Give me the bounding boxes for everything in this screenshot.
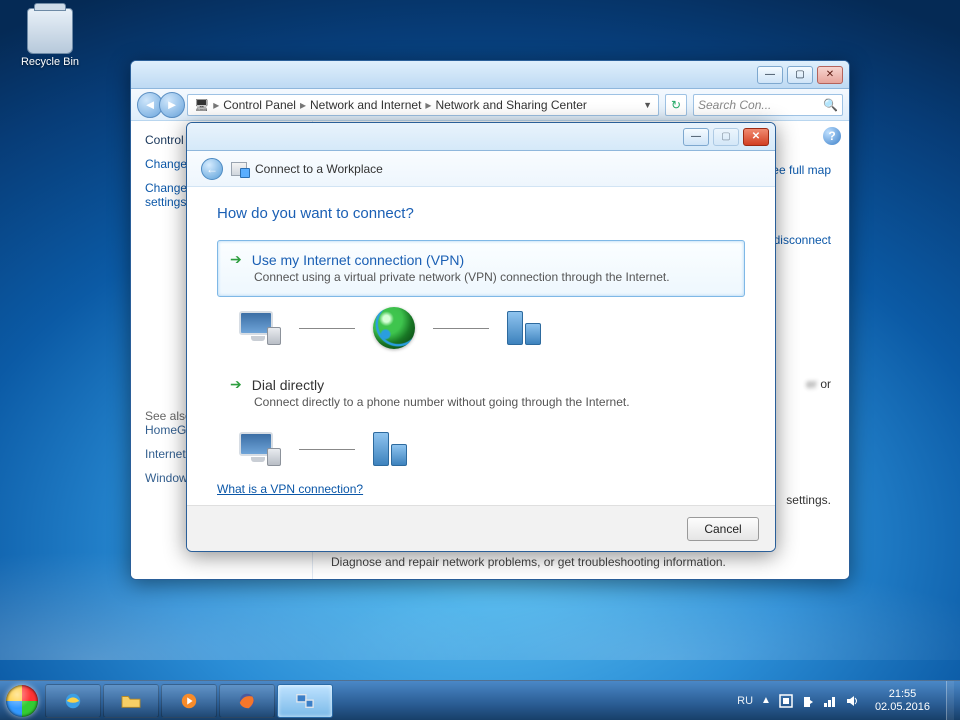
what-is-vpn-link[interactable]: What is a VPN connection?	[217, 482, 363, 496]
play-icon	[178, 692, 200, 710]
dial-illustration	[239, 432, 745, 466]
globe-icon	[373, 307, 415, 349]
taskbar-ie-button[interactable]	[45, 684, 101, 718]
action-center-icon[interactable]	[779, 694, 793, 708]
computer-icon: 🖥	[194, 98, 209, 112]
wizard-body: How do you want to connect? ➔ Use my Int…	[187, 187, 775, 505]
clock-date: 02.05.2016	[875, 701, 930, 714]
windows-logo-icon	[6, 685, 38, 717]
taskbar-explorer-button[interactable]	[103, 684, 159, 718]
server-icon	[507, 311, 541, 345]
address-breadcrumb[interactable]: 🖥 ▸ Control Panel ▸ Network and Internet…	[187, 94, 659, 116]
chevron-right-icon: ▸	[213, 98, 219, 112]
volume-icon[interactable]	[845, 694, 859, 708]
network-icon	[294, 692, 316, 710]
option-vpn-desc: Connect using a virtual private network …	[254, 270, 732, 284]
taskbar[interactable]: RU ▲ 21:55 02.05.2016	[0, 680, 960, 720]
wizard-header: ← Connect to a Workplace	[187, 151, 775, 187]
breadcrumb-dropdown-icon[interactable]: ▼	[643, 100, 652, 110]
cp-minimize-button[interactable]: —	[757, 66, 783, 84]
computer-icon	[239, 311, 281, 345]
recycle-bin-icon	[27, 8, 73, 54]
wizard-question: How do you want to connect?	[217, 205, 745, 222]
wizard-back-button[interactable]: ←	[201, 158, 223, 180]
tray-chevron-up-icon[interactable]: ▲	[761, 695, 771, 706]
refresh-button[interactable]: ↻	[665, 94, 687, 116]
search-icon: 🔍	[823, 98, 838, 112]
search-placeholder: Search Con...	[698, 98, 771, 112]
cp-titlebar[interactable]: — ▢ ✕	[131, 61, 849, 89]
taskbar-firefox-button[interactable]	[219, 684, 275, 718]
wizard-maximize-button: ▢	[713, 128, 739, 146]
cp-close-button[interactable]: ✕	[817, 66, 843, 84]
wizard-minimize-button[interactable]: —	[683, 128, 709, 146]
desktop: Recycle Bin — ▢ ✕ ◄ ► 🖥 ▸ Control Panel …	[0, 0, 960, 720]
folder-icon	[120, 692, 142, 710]
breadcrumb-seg-3[interactable]: Network and Sharing Center	[435, 98, 586, 112]
ie-icon	[62, 692, 84, 710]
connection-line-icon	[433, 328, 489, 329]
language-indicator[interactable]: RU	[737, 695, 753, 707]
option-dial-title: Dial directly	[252, 377, 324, 393]
chevron-right-icon: ▸	[300, 98, 306, 112]
wizard-title: Connect to a Workplace	[255, 162, 383, 176]
workplace-icon	[231, 162, 247, 176]
network-tray-icon[interactable]	[823, 694, 837, 708]
breadcrumb-seg-1[interactable]: Control Panel	[223, 98, 296, 112]
breadcrumb-seg-2[interactable]: Network and Internet	[310, 98, 421, 112]
start-button[interactable]	[0, 681, 44, 720]
wizard-titlebar[interactable]: — ▢ ✕	[187, 123, 775, 151]
recycle-bin-label: Recycle Bin	[21, 56, 79, 68]
show-desktop-button[interactable]	[946, 681, 954, 720]
nav-forward-button[interactable]: ►	[159, 92, 185, 118]
cancel-button[interactable]: Cancel	[687, 517, 759, 541]
wizard-footer: Cancel	[187, 505, 775, 551]
clock-time: 21:55	[875, 688, 930, 701]
power-icon[interactable]	[801, 694, 815, 708]
taskbar-media-player-button[interactable]	[161, 684, 217, 718]
recycle-bin-desktop-icon[interactable]: Recycle Bin	[14, 8, 86, 68]
firefox-icon	[236, 692, 258, 710]
option-vpn-title: Use my Internet connection (VPN)	[252, 252, 464, 268]
settings-text: settings.	[786, 493, 831, 507]
troubleshoot-text: Diagnose and repair network problems, or…	[331, 555, 831, 569]
arrow-right-icon: ➔	[230, 251, 242, 268]
vpn-illustration	[239, 307, 745, 349]
arrow-right-icon: ➔	[230, 376, 242, 393]
system-tray: RU ▲ 21:55 02.05.2016	[737, 681, 960, 720]
cp-navbar: ◄ ► 🖥 ▸ Control Panel ▸ Network and Inte…	[131, 89, 849, 121]
option-dial-desc: Connect directly to a phone number witho…	[254, 395, 732, 409]
taskbar-clock[interactable]: 21:55 02.05.2016	[867, 686, 938, 715]
or-text: er or	[806, 377, 831, 391]
connect-workplace-wizard: — ▢ ✕ ← Connect to a Workplace How do yo…	[186, 122, 776, 552]
connection-line-icon	[299, 449, 355, 450]
connection-line-icon	[299, 328, 355, 329]
option-vpn[interactable]: ➔ Use my Internet connection (VPN) Conne…	[217, 240, 745, 297]
wizard-close-button[interactable]: ✕	[743, 128, 769, 146]
cp-maximize-button[interactable]: ▢	[787, 66, 813, 84]
chevron-right-icon: ▸	[425, 98, 431, 112]
option-dial[interactable]: ➔ Dial directly Connect directly to a ph…	[217, 365, 745, 422]
computer-icon	[239, 432, 281, 466]
server-icon	[373, 432, 407, 466]
taskbar-control-panel-button[interactable]	[277, 684, 333, 718]
search-input[interactable]: Search Con... 🔍	[693, 94, 843, 116]
